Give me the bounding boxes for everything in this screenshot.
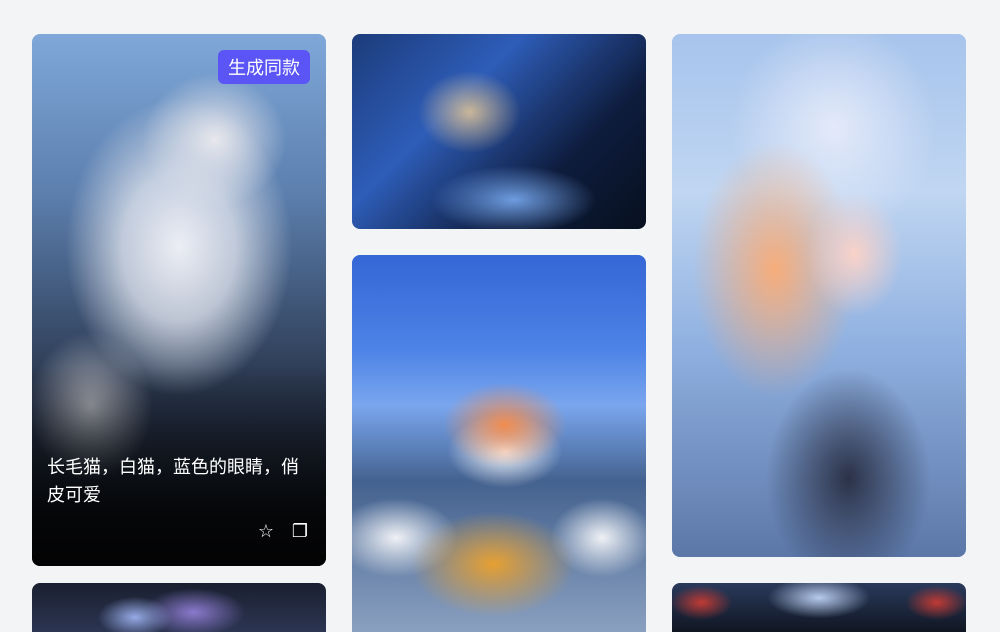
image-card-cyborg-woman[interactable] [352, 34, 646, 229]
image-card-corgi[interactable] [352, 255, 646, 632]
image-card-flower-girl[interactable] [32, 583, 326, 632]
prompt-caption: 长毛猫，白猫，蓝色的眼睛，俏皮可爱 [47, 457, 299, 506]
card-actions: ☆ ❐ [256, 522, 310, 542]
star-icon[interactable]: ☆ [256, 522, 276, 542]
image-card-white-cat[interactable]: 生成同款 长毛猫，白猫，蓝色的眼睛，俏皮可爱 ☆ ❐ [32, 34, 326, 566]
copy-icon[interactable]: ❐ [290, 522, 310, 542]
image-card-sci-fi-city[interactable] [672, 583, 966, 632]
generate-same-button[interactable]: 生成同款 [218, 50, 310, 84]
image-card-white-haired-girl[interactable] [672, 34, 966, 557]
